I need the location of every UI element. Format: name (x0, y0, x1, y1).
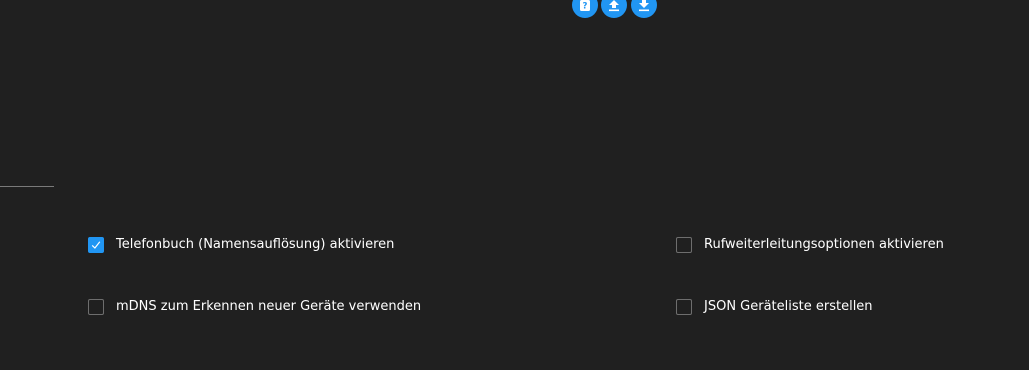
mdns-checkbox[interactable] (88, 299, 104, 315)
svg-text:?: ? (583, 1, 588, 11)
json-device-list-label: JSON Geräteliste erstellen (704, 299, 873, 314)
mdns-option[interactable]: mDNS zum Erkennen neuer Geräte verwenden (88, 298, 421, 316)
phonebook-checkbox[interactable] (88, 237, 104, 253)
call-forwarding-label: Rufweiterleitungsoptionen aktivieren (704, 237, 944, 252)
settings-page: ? Telefonbuch (Namensauflösung) aktivier… (0, 0, 1029, 370)
phonebook-option[interactable]: Telefonbuch (Namensauflösung) aktivieren (88, 236, 394, 254)
section-divider (0, 186, 54, 187)
mdns-label: mDNS zum Erkennen neuer Geräte verwenden (116, 299, 422, 314)
download-button[interactable] (631, 0, 657, 18)
upload-icon (609, 0, 619, 11)
phonebook-label: Telefonbuch (Namensauflösung) aktivieren (116, 237, 395, 252)
call-forwarding-checkbox[interactable] (676, 237, 692, 253)
checkmark-icon (91, 241, 101, 249)
call-forwarding-option[interactable]: Rufweiterleitungsoptionen aktivieren (676, 236, 944, 254)
help-icon: ? (580, 0, 590, 11)
download-icon (639, 0, 649, 11)
upload-button[interactable] (601, 0, 627, 18)
json-device-list-option[interactable]: JSON Geräteliste erstellen (676, 298, 873, 316)
json-device-list-checkbox[interactable] (676, 299, 692, 315)
help-button[interactable]: ? (572, 0, 598, 18)
